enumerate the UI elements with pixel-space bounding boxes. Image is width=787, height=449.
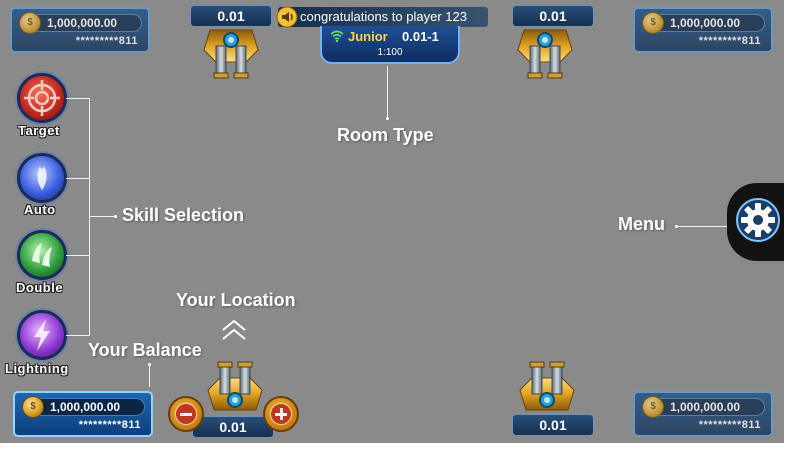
- balance-pointer-line: [149, 365, 150, 387]
- balance-panel-bottom-left: $ 1,000,000.00 *********811: [13, 391, 153, 437]
- pointer-dot: [386, 117, 389, 120]
- balance-amount: 1,000,000.00: [50, 400, 121, 414]
- increase-bet-button[interactable]: [263, 396, 299, 432]
- your-location-label: Your Location: [176, 290, 296, 310]
- minus-icon: [175, 403, 197, 425]
- bracket-line: [66, 178, 90, 179]
- room-type-pointer-line: [387, 66, 388, 118]
- balance-pill: $ 1,000,000.00: [642, 396, 765, 418]
- account-number: *********811: [698, 419, 761, 431]
- menu-label: Menu: [618, 214, 665, 234]
- account-number: *********811: [75, 35, 138, 47]
- bet-display-bottom-right: 0.01: [512, 414, 594, 436]
- bet-display-top-right: 0.01: [512, 5, 594, 27]
- bracket-line: [66, 335, 90, 336]
- skill-selection-label: Skill Selection: [122, 205, 245, 225]
- cannon-top-right: [510, 26, 580, 80]
- cannon-top-left: [196, 26, 266, 80]
- skill-target-label: Target: [18, 123, 60, 138]
- room-type-label: Room Type: [337, 125, 434, 145]
- double-icon: [32, 243, 52, 267]
- room-info-panel: Junior 0.01-1 1:100: [320, 26, 460, 64]
- account-number: *********811: [698, 35, 761, 47]
- skill-selection-pointer-line: [89, 216, 115, 217]
- your-balance-label: Your Balance: [88, 340, 202, 360]
- balance-pill: $ 1,000,000.00: [19, 12, 142, 34]
- skill-double-label: Double: [16, 280, 64, 295]
- bracket-line: [66, 255, 90, 256]
- decrease-bet-button[interactable]: [168, 396, 204, 432]
- coin-icon: $: [22, 396, 44, 418]
- plus-icon: [270, 403, 292, 425]
- balance-panel-top-left: $ 1,000,000.00 *********811: [10, 7, 150, 53]
- speaker-icon: [276, 6, 298, 28]
- balance-pill: $ 1,000,000.00: [642, 12, 765, 34]
- skill-lightning-button[interactable]: [17, 310, 67, 360]
- skill-lightning-label: Lightning: [5, 361, 69, 376]
- skill-target-button[interactable]: [17, 73, 67, 123]
- bet-display-top-left: 0.01: [190, 5, 272, 27]
- bet-display-player: 0.01: [192, 416, 274, 438]
- balance-amount: 1,000,000.00: [670, 400, 741, 414]
- balance-panel-top-right: $ 1,000,000.00 *********811: [633, 7, 773, 53]
- balance-pill: $ 1,000,000.00: [22, 396, 145, 418]
- gear-icon: [736, 198, 780, 242]
- announcement-text: congratulations to player 123: [300, 9, 467, 24]
- bracket-line: [66, 98, 90, 99]
- menu-pointer-line: [677, 226, 729, 227]
- skill-double-button[interactable]: [17, 230, 67, 280]
- game-stage: $ 1,000,000.00 *********811 $ 1,000,000.…: [0, 0, 784, 443]
- wifi-icon: [330, 30, 344, 42]
- menu-button[interactable]: [727, 183, 784, 261]
- skill-auto-button[interactable]: [17, 153, 67, 203]
- chevron-up-icon: [222, 319, 246, 340]
- bracket-spine: [89, 98, 90, 336]
- auto-icon: [37, 166, 47, 190]
- announcement-bar: congratulations to player 123: [276, 6, 488, 28]
- balance-amount: 1,000,000.00: [670, 16, 741, 30]
- lightning-icon: [34, 319, 50, 351]
- coin-icon: $: [19, 12, 41, 34]
- room-ratio: 1:100: [377, 47, 403, 58]
- pointer-dot: [114, 215, 117, 218]
- room-name: Junior: [348, 29, 388, 44]
- coin-icon: $: [642, 12, 664, 34]
- room-bet-range: 0.01-1: [402, 29, 439, 44]
- balance-panel-bottom-right: $ 1,000,000.00 *********811: [633, 391, 773, 437]
- coin-icon: $: [642, 396, 664, 418]
- balance-amount: 1,000,000.00: [47, 16, 118, 30]
- cannon-player[interactable]: [200, 360, 270, 414]
- cannon-bottom-right: [512, 360, 582, 414]
- account-number: *********811: [78, 419, 141, 431]
- target-icon: [24, 80, 60, 116]
- skill-auto-label: Auto: [24, 202, 56, 217]
